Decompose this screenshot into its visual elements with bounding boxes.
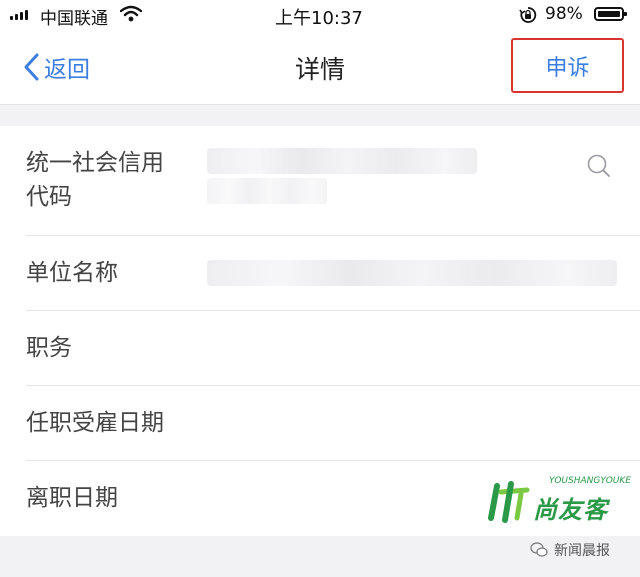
brand-watermark: YOUSHANGYOUKE 尚友客 [487,474,637,524]
leave-date-label: 离职日期 [26,485,118,511]
brand-name: 尚友客 [533,496,608,524]
wifi-icon [119,5,143,28]
back-label: 返回 [44,57,90,83]
blurred-value [207,260,617,286]
blurred-value [207,148,477,174]
battery-percent: 98% [545,4,583,24]
back-button[interactable]: 返回 [22,50,90,84]
credit-code-label-line2: 代码 [26,184,72,210]
appeal-button[interactable]: 申诉 [511,38,624,93]
signal-icon [10,10,28,20]
field-credit-code[interactable]: 统一社会信用 代码 [0,126,640,236]
status-bar: 中国联通 上午10:37 98% [0,0,640,30]
blurred-value [207,178,327,204]
source-name: 新闻晨报 [554,543,610,559]
wechat-icon [530,542,548,557]
brand-tagline: YOUSHANGYOUKE [549,476,631,486]
field-company-name[interactable]: 单位名称 [0,236,640,311]
chevron-left-icon [24,53,39,81]
field-position[interactable]: 职务 [0,311,640,386]
nav-bar: 返回 详情 申诉 [0,30,640,105]
orientation-lock-icon [519,6,537,29]
company-name-label: 单位名称 [26,260,118,286]
status-time: 上午10:37 [275,8,363,29]
appeal-label: 申诉 [545,55,590,81]
search-icon[interactable] [586,153,612,183]
position-label: 职务 [26,335,72,361]
credit-code-label-line1: 统一社会信用 [26,150,164,176]
brand-logo-icon [488,481,530,523]
field-hire-date[interactable]: 任职受雇日期 [0,386,640,461]
battery-icon [594,7,627,21]
carrier-name: 中国联通 [40,9,108,29]
field-label: 统一社会信用 代码 [26,146,164,214]
battery-fill [598,11,620,17]
hire-date-label: 任职受雇日期 [26,410,164,436]
wechat-source: 新闻晨报 [530,540,610,560]
